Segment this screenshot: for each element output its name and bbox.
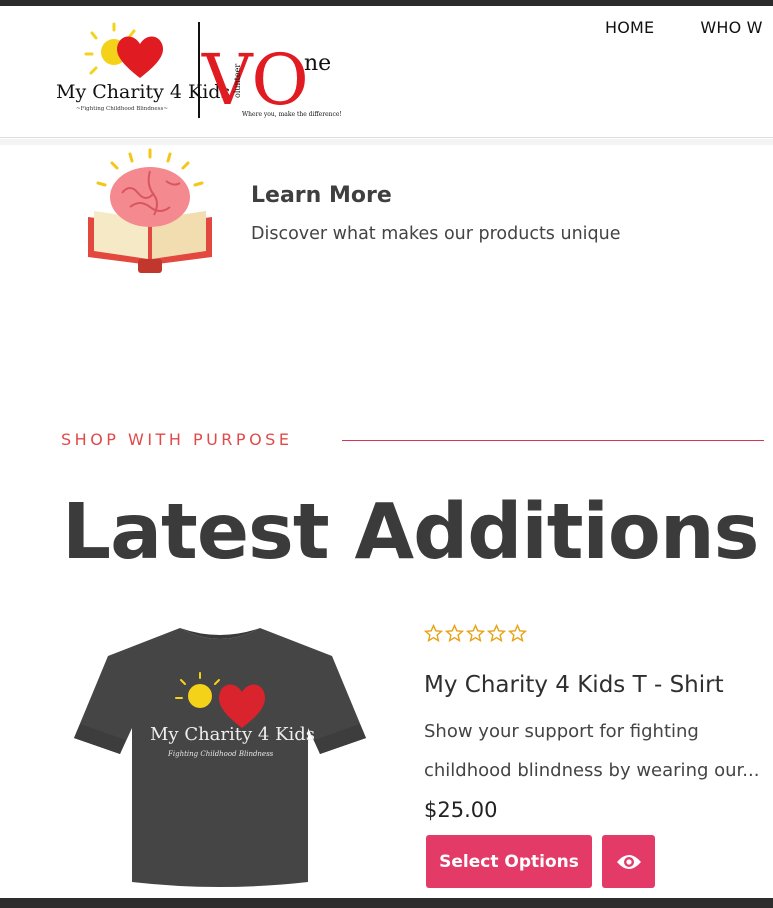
site-header: My Charity 4 Kids ~Fighting Childhood Bl… xyxy=(0,6,773,138)
heart-icon xyxy=(116,36,164,78)
star-empty-icon xyxy=(445,624,464,643)
shirt-print-text: My Charity 4 Kids xyxy=(150,724,315,745)
product-title[interactable]: My Charity 4 Kids T - Shirt xyxy=(424,672,724,698)
product-description-line: Show your support for fighting xyxy=(424,721,699,742)
shirt-print-tagline: Fighting Childhood Blindness xyxy=(167,750,274,758)
product-rating xyxy=(424,624,527,643)
product-description-line: childhood blindness by wearing our... xyxy=(424,760,760,781)
learn-more-title[interactable]: Learn More xyxy=(251,183,392,208)
eyebrow-divider xyxy=(342,440,764,441)
nav-item-who[interactable]: WHO W xyxy=(700,18,762,37)
logo-vo-superscript: ne xyxy=(304,51,331,76)
star-empty-icon xyxy=(466,624,485,643)
product-price: $25.00 xyxy=(424,798,498,822)
logo-vo-vertical: olunteer xyxy=(233,64,242,98)
quick-view-button[interactable] xyxy=(602,835,655,888)
logo-vo-tagline: Where you, make the difference! xyxy=(242,111,342,118)
product-description: Show your support for fighting childhood… xyxy=(424,712,769,790)
product-image[interactable]: My Charity 4 Kids Fighting Childhood Bli… xyxy=(70,620,370,890)
brain-book-icon xyxy=(88,148,212,273)
main-nav: HOME WHO W xyxy=(605,18,763,37)
select-options-button[interactable]: Select Options xyxy=(426,835,592,888)
nav-item-home[interactable]: HOME xyxy=(605,18,654,37)
logo-brand-tagline: ~Fighting Childhood Blindness~ xyxy=(76,106,168,112)
star-empty-icon xyxy=(487,624,506,643)
bottom-bar xyxy=(0,898,773,908)
star-empty-icon xyxy=(424,624,443,643)
section-heading: Latest Additions xyxy=(62,488,759,577)
section-eyebrow: SHOP WITH PURPOSE xyxy=(61,430,293,449)
logo-vo-letters: VO xyxy=(201,39,309,121)
learn-more-description: Discover what makes our products unique xyxy=(251,224,621,244)
site-logo[interactable]: My Charity 4 Kids ~Fighting Childhood Bl… xyxy=(52,16,352,126)
star-empty-icon xyxy=(508,624,527,643)
eye-icon xyxy=(616,854,641,869)
